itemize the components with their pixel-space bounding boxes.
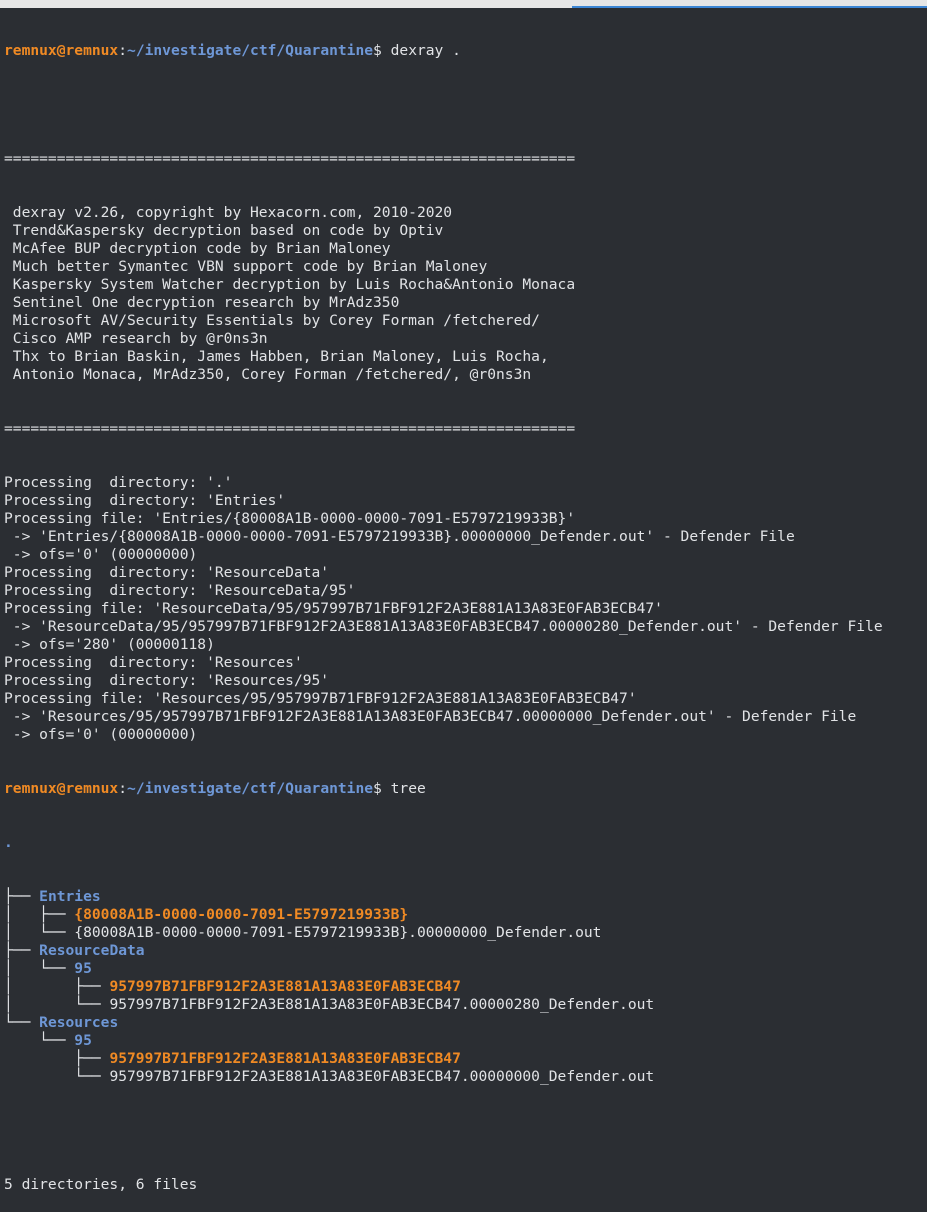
tree-branch: └── [4,1032,75,1049]
tree-branch: │ └── [4,996,110,1013]
output-line: Processing file: 'Entries/{80008A1B-0000… [4,510,576,527]
tree-root: . [4,834,13,851]
tree-file-name: 957997B71FBF912F2A3E881A13A83E0FAB3ECB47… [109,996,655,1013]
processing-output: Processing directory: '.' Processing dire… [4,474,924,744]
tree-directory-name: Resources [39,1014,119,1031]
output-line: Processing directory: 'Resources' [4,654,303,671]
banner-line: Trend&Kaspersky decryption based on code… [4,222,444,239]
banner-line: Microsoft AV/Security Essentials by Core… [4,312,540,329]
output-line: Processing directory: '.' [4,474,233,491]
banner-line: Antonio Monaca, MrAdz350, Corey Forman /… [4,366,532,383]
prompt-user: remnux@remnux [4,42,119,59]
tree-row: │ ├── 957997B71FBF912F2A3E881A13A83E0FAB… [4,978,924,996]
output-line: -> ofs='280' (00000118) [4,636,215,653]
tree-branch: └── [4,1068,110,1085]
banner-line: Kaspersky System Watcher decryption by L… [4,276,576,293]
output-line: Processing directory: 'Resources/95' [4,672,330,689]
banner-rule-bottom: ========================================… [4,420,576,437]
tree-row: │ └── 95 [4,960,924,978]
output-line: Processing directory: 'ResourceData/95' [4,582,356,599]
tree-row: ├── 957997B71FBF912F2A3E881A13A83E0FAB3E… [4,1050,924,1068]
tree-directory-name: 957997B71FBF912F2A3E881A13A83E0FAB3ECB47 [109,1050,461,1067]
banner-line: Sentinel One decryption research by MrAd… [4,294,400,311]
output-line: -> ofs='0' (00000000) [4,726,198,743]
tree-directory-name: Entries [39,888,101,905]
tree-branch: │ ├── [4,906,75,923]
tree-row: └── 95 [4,1032,924,1050]
banner-rule-top: ========================================… [4,150,576,167]
tree-directory-name: 95 [74,960,92,977]
output-line: Processing file: 'ResourceData/95/957997… [4,600,663,617]
output-line: -> 'Entries/{80008A1B-0000-0000-7091-E57… [4,528,795,545]
banner-line: Thx to Brian Baskin, James Habben, Brian… [4,348,549,365]
prompt-user: remnux@remnux [4,780,119,797]
tree-row: └── Resources [4,1014,924,1032]
tree-branch: ├── [4,942,40,959]
prompt-line: remnux@remnux:~/investigate/ctf/Quaranti… [4,42,924,60]
tree-directory-name: 95 [74,1032,92,1049]
tree-row: │ ├── {80008A1B-0000-0000-7091-E57972199… [4,906,924,924]
tree-summary: 5 directories, 6 files [4,1176,198,1193]
output-line: -> 'ResourceData/95/957997B71FBF912F2A3E… [4,618,883,635]
tree-directory-name: ResourceData [39,942,145,959]
output-line: Processing directory: 'Entries' [4,492,286,509]
prompt-path: ~/investigate/ctf/Quarantine [127,42,374,59]
output-line: -> ofs='0' (00000000) [4,546,198,563]
banner-line: dexray v2.26, copyright by Hexacorn.com,… [4,204,453,221]
banner-lines: dexray v2.26, copyright by Hexacorn.com,… [4,204,924,384]
tree-branch: ├── [4,888,40,905]
tree-branch: │ └── [4,960,75,977]
output-line: Processing file: 'Resources/95/957997B71… [4,690,637,707]
output-line: Processing directory: 'ResourceData' [4,564,330,581]
tree-file-name: {80008A1B-0000-0000-7091-E5797219933B}.0… [74,924,602,941]
terminal-output[interactable]: remnux@remnux:~/investigate/ctf/Quaranti… [4,6,924,1193]
tree-branch: │ └── [4,924,75,941]
output-line: -> 'Resources/95/957997B71FBF912F2A3E881… [4,708,857,725]
tree-branch: │ ├── [4,978,110,995]
tree-row: │ └── 957997B71FBF912F2A3E881A13A83E0FAB… [4,996,924,1014]
prompt-colon: : [118,42,128,59]
tree-directory-name: 957997B71FBF912F2A3E881A13A83E0FAB3ECB47 [109,978,461,995]
tree-row: ├── Entries [4,888,924,906]
tree-row: │ └── {80008A1B-0000-0000-7091-E57972199… [4,924,924,942]
prompt-dollar: $ [373,42,391,59]
tree-row: ├── ResourceData [4,942,924,960]
banner-line: Cisco AMP research by @r0ns3n [4,330,268,347]
prompt-command: tree [390,780,426,797]
prompt-line: remnux@remnux:~/investigate/ctf/Quaranti… [4,780,924,798]
tree-listing: ├── Entries │ ├── {80008A1B-0000-0000-709… [4,888,924,1086]
tree-directory-name: {80008A1B-0000-0000-7091-E5797219933B} [74,906,409,923]
prompt-dollar: $ [373,780,391,797]
prompt-command: dexray . [390,42,461,59]
tree-row: └── 957997B71FBF912F2A3E881A13A83E0FAB3E… [4,1068,924,1086]
prompt-path: ~/investigate/ctf/Quarantine [127,780,374,797]
banner-line: McAfee BUP decryption code by Brian Malo… [4,240,391,257]
tree-file-name: 957997B71FBF912F2A3E881A13A83E0FAB3ECB47… [109,1068,655,1085]
tree-branch: └── [4,1014,40,1031]
prompt-colon: : [118,780,128,797]
tree-branch: ├── [4,1050,110,1067]
banner-line: Much better Symantec VBN support code by… [4,258,488,275]
